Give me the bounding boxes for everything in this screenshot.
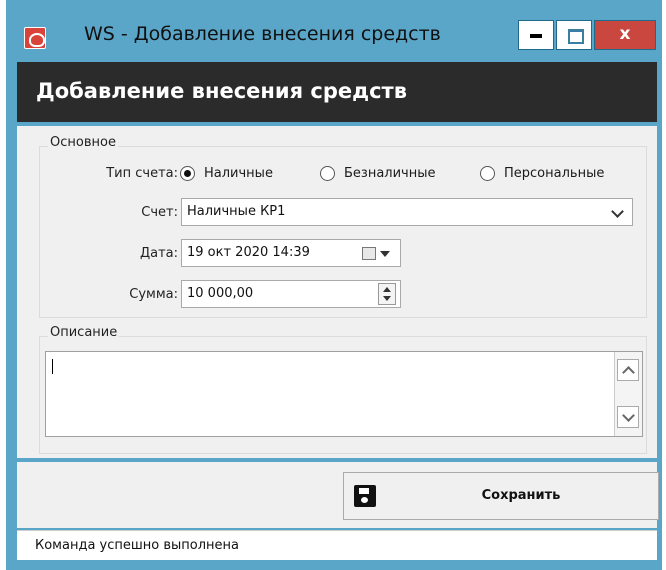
form-area: Основное Тип счета: Наличные Безналичные…: [17, 126, 657, 458]
radio-personal-label: Персональные: [504, 166, 605, 181]
window: WS - Добавление внесения средств x Добав…: [6, 0, 662, 570]
spin-up-icon[interactable]: [383, 287, 391, 292]
save-button-label: Сохранить: [481, 488, 561, 503]
title-bar[interactable]: WS - Добавление внесения средств x: [6, 0, 662, 62]
account-label: Счет:: [141, 205, 178, 220]
radio-option-cashless[interactable]: Безналичные: [320, 164, 470, 184]
calendar-icon[interactable]: [362, 247, 376, 260]
description-group: Описание: [39, 325, 647, 454]
amount-value: 10 000,00: [187, 286, 254, 301]
page-title: Добавление внесения средств: [36, 79, 407, 103]
radio-cash-icon[interactable]: [180, 166, 195, 181]
status-bar: Команда успешно выполнена: [17, 530, 657, 560]
radio-cash-label: Наличные: [204, 166, 273, 181]
account-value: Наличные КР1: [187, 204, 286, 219]
app-icon: [24, 27, 46, 49]
spin-down-icon[interactable]: [383, 296, 391, 301]
radio-cashless-label: Безналичные: [344, 166, 436, 181]
text-caret: [52, 359, 53, 374]
scroll-down-icon[interactable]: [617, 406, 639, 428]
date-label: Дата:: [139, 246, 178, 261]
amount-stepper[interactable]: 10 000,00: [181, 280, 401, 308]
date-picker[interactable]: 19 окт 2020 14:39: [181, 239, 401, 267]
close-button[interactable]: x: [594, 20, 656, 50]
account-type-label: Тип счета:: [106, 166, 178, 181]
main-group: Основное Тип счета: Наличные Безналичные…: [39, 135, 647, 318]
maximize-button[interactable]: [556, 20, 592, 50]
footer: Сохранить: [17, 462, 659, 528]
calendar-dropdown-icon[interactable]: [380, 251, 390, 257]
radio-option-cash[interactable]: Наличные: [180, 164, 308, 184]
description-textarea[interactable]: [45, 351, 643, 437]
radio-cashless-icon[interactable]: [320, 166, 335, 181]
spinner[interactable]: [378, 283, 396, 305]
window-title: WS - Добавление внесения средств: [84, 23, 441, 45]
amount-label: Сумма:: [129, 287, 178, 302]
minimize-button[interactable]: [518, 20, 554, 50]
description-scrollbar[interactable]: [614, 352, 642, 436]
main-group-label: Основное: [48, 135, 118, 150]
scroll-up-icon[interactable]: [617, 359, 639, 381]
radio-personal-icon[interactable]: [480, 166, 495, 181]
close-icon: x: [619, 24, 631, 44]
status-text: Команда успешно выполнена: [35, 538, 240, 553]
description-label: Описание: [48, 325, 120, 340]
save-button[interactable]: Сохранить: [343, 472, 659, 520]
date-value: 19 окт 2020 14:39: [187, 245, 310, 260]
radio-option-personal[interactable]: Персональные: [480, 164, 645, 184]
account-select[interactable]: Наличные КР1: [181, 198, 633, 226]
page-header: Добавление внесения средств: [17, 62, 657, 122]
chevron-down-icon[interactable]: [611, 205, 624, 218]
